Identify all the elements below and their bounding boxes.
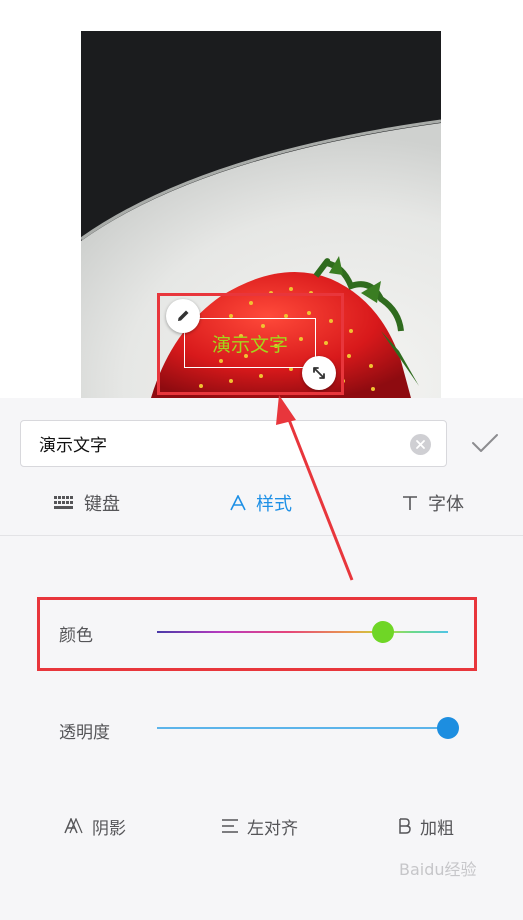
shadow-label: 阴影 [92, 818, 126, 839]
watermark-brand: Baidu经验 [399, 860, 477, 879]
tab-font[interactable]: 字体 [402, 480, 464, 526]
shadow-option[interactable]: 阴影 [64, 808, 126, 844]
confirm-button[interactable] [468, 428, 502, 458]
baidu-watermark: Baidu经验 [399, 856, 477, 880]
opacity-slider-track[interactable] [157, 727, 447, 729]
bold-label: 加粗 [420, 818, 454, 839]
checkmark-icon [472, 434, 498, 452]
align-left-icon [221, 819, 239, 833]
image-preview-area: 演示文字 [0, 0, 523, 398]
text-editor-screen: 演示文字 演示文字 键盘 样式 字体 颜色 透明度 阴影 左对齐 加粗 Baid… [0, 0, 523, 920]
opacity-label: 透明度 [59, 723, 110, 743]
shadow-a-icon [64, 818, 84, 834]
text-input[interactable] [21, 421, 401, 466]
opacity-slider-thumb[interactable] [437, 717, 459, 739]
align-option[interactable]: 左对齐 [221, 808, 298, 844]
letter-a-icon [230, 495, 246, 511]
tab-keyboard[interactable]: 键盘 [54, 480, 120, 526]
tab-style[interactable]: 样式 [230, 480, 292, 526]
tabs-divider [0, 535, 523, 536]
align-label: 左对齐 [247, 818, 298, 839]
annotation-color-highlight [37, 597, 477, 671]
editor-tabs: 键盘 样式 字体 [0, 480, 523, 526]
bold-option[interactable]: 加粗 [398, 808, 454, 844]
annotation-text-highlight [157, 293, 344, 395]
letter-t-icon [402, 495, 418, 511]
letter-b-icon [398, 818, 412, 834]
tab-font-label: 字体 [428, 494, 464, 515]
clear-x-icon [416, 440, 425, 449]
text-input-container [20, 420, 447, 467]
clear-button[interactable] [410, 434, 431, 455]
tab-style-label: 样式 [256, 494, 292, 515]
keyboard-icon [54, 496, 74, 510]
style-options-bar: 阴影 左对齐 加粗 [0, 808, 523, 844]
tab-keyboard-label: 键盘 [84, 494, 120, 515]
